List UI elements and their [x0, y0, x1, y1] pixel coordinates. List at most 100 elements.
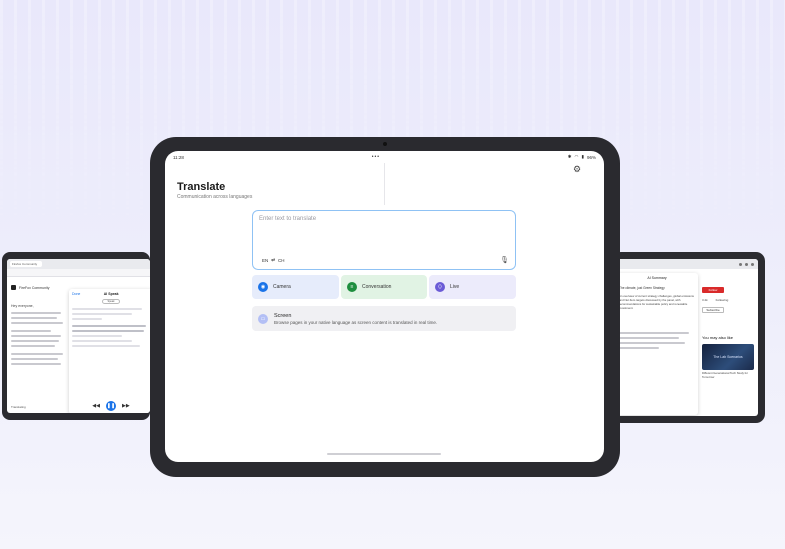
text-line — [72, 325, 146, 327]
left-tablet: Firefox Community FireFox Community Hey … — [2, 252, 150, 420]
screen-card-description: Browse pages in your native language as … — [274, 319, 438, 325]
status-right: ✱ ◠ ▮ 96% — [568, 154, 596, 160]
camera-mode-button[interactable]: ◉ Camera — [252, 275, 339, 299]
left-footer: Translating — [11, 405, 26, 409]
left-panel-done[interactable]: Done — [72, 292, 80, 296]
target-language[interactable]: CH — [278, 258, 285, 263]
browser-icon[interactable] — [739, 262, 742, 266]
left-panel-lines — [72, 308, 150, 347]
text-line — [72, 345, 140, 347]
left-page: FireFox Community Hey everyone, — [7, 281, 73, 413]
camera-mode-label: Camera — [273, 284, 291, 290]
left-site-title-row: FireFox Community — [11, 285, 69, 290]
text-line — [11, 330, 51, 332]
main-tablet: 11:28 ••• ✱ ◠ ▮ 96% ⚙ Translate Communic… — [150, 137, 620, 477]
text-line — [619, 342, 685, 344]
text-line — [11, 345, 55, 347]
text-line — [72, 330, 144, 332]
text-line — [11, 340, 59, 342]
text-line — [72, 308, 142, 310]
screen-icon: ▭ — [258, 313, 268, 324]
text-line — [11, 317, 57, 319]
battery-level: 96% — [586, 154, 596, 160]
left-ai-speak-panel: Done AI Speak Speak ◀◀ ❚❚ ▶▶ — [69, 289, 150, 413]
left-url-bar[interactable] — [7, 269, 150, 277]
text-line — [619, 337, 679, 339]
audio-player: ◀◀ ❚❚ ▶▶ — [69, 401, 150, 411]
live-mode-button[interactable]: ⟨⟩ Live — [429, 275, 516, 299]
left-body-greeting: Hey everyone, — [11, 304, 34, 308]
text-line — [11, 363, 61, 365]
home-indicator[interactable] — [327, 453, 441, 455]
left-site-title: FireFox Community — [19, 285, 50, 290]
right-panel-title: AI Summary — [647, 276, 667, 280]
chat-bubble-icon: ≡ — [347, 282, 357, 292]
main-tablet-screen: 11:28 ••• ✱ ◠ ▮ 96% ⚙ Translate Communic… — [165, 151, 604, 462]
right-card-heading: The climate, just Green Strategy — [619, 286, 665, 290]
source-language[interactable]: EN — [262, 258, 268, 263]
left-panel-header: Done AI Speak — [72, 292, 150, 296]
follower-count: 3.2k — [702, 298, 708, 302]
text-line — [619, 332, 689, 334]
camera-icon: ◉ — [258, 282, 268, 292]
translate-input[interactable]: Enter text to translate EN ⇄ CH 🎙 — [252, 210, 516, 270]
screen-card-title: Screen — [274, 312, 292, 319]
browser-icon[interactable] — [745, 262, 748, 266]
thumbnail-label: The Lab Scenarios — [713, 355, 743, 359]
right-tablet: AI Summary The climate, just Green Strat… — [612, 252, 765, 423]
translate-input-placeholder: Enter text to translate — [259, 216, 317, 222]
browser-icon[interactable] — [751, 262, 754, 266]
left-panel-pill[interactable]: Speak — [102, 299, 120, 304]
wifi-icon: ◠ — [574, 154, 579, 159]
screen-mode-card[interactable]: ▭ Screen Browse pages in your native lan… — [252, 306, 516, 331]
swap-icon[interactable]: ⇄ — [271, 257, 275, 263]
right-tablet-screen: AI Summary The climate, just Green Strat… — [612, 259, 758, 416]
page-subtitle: Communication across languages — [177, 194, 253, 200]
text-line — [72, 340, 132, 342]
pause-icon[interactable]: ❚❚ — [106, 401, 116, 411]
right-ai-summary-panel: AI Summary The climate, just Green Strat… — [616, 273, 698, 415]
language-selector[interactable]: EN ⇄ CH — [262, 257, 285, 263]
conversation-mode-button[interactable]: ≡ Conversation — [341, 275, 427, 299]
front-camera — [383, 142, 387, 146]
right-side-content: Follow 3.2k Following Subscribe You may … — [702, 273, 754, 416]
rewind-icon[interactable]: ◀◀ — [92, 403, 100, 409]
video-thumbnail[interactable]: The Lab Scenarios — [702, 344, 754, 370]
status-time: 11:28 — [173, 154, 184, 160]
live-waveform-icon: ⟨⟩ — [435, 282, 445, 292]
gear-icon[interactable]: ⚙ — [573, 164, 581, 175]
text-line — [11, 322, 63, 324]
screen-card-text: Screen Browse pages in your native langu… — [274, 313, 437, 325]
microphone-icon[interactable]: 🎙 — [500, 256, 509, 264]
split-divider — [384, 163, 385, 205]
text-line — [11, 335, 61, 337]
conversation-mode-label: Conversation — [362, 284, 392, 290]
live-mode-label: Live — [450, 284, 460, 290]
follow-button[interactable]: Follow — [702, 287, 724, 293]
text-line — [72, 335, 122, 337]
following-label: Following — [715, 298, 729, 302]
thumbnail-caption: Different Generational Tech Study for To… — [702, 371, 748, 379]
left-panel-title: AI Speak — [103, 292, 119, 296]
text-line — [72, 318, 102, 320]
subscribe-button[interactable]: Subscribe — [702, 307, 724, 313]
forward-icon[interactable]: ▶▶ — [122, 403, 130, 409]
bluetooth-icon: ✱ — [567, 154, 572, 159]
text-line — [11, 353, 63, 355]
battery-icon: ▮ — [581, 154, 584, 159]
text-line — [72, 313, 132, 315]
text-line — [619, 347, 659, 349]
left-browser-tabbar: Firefox Community — [7, 259, 150, 269]
text-line — [11, 312, 61, 314]
text-line — [11, 358, 58, 360]
status-dots: ••• — [371, 154, 380, 160]
channel-meta: 3.2k Following — [702, 298, 754, 302]
right-card-body: An overview of current strategy challeng… — [619, 294, 694, 310]
left-tablet-screen: Firefox Community FireFox Community Hey … — [7, 259, 150, 413]
page-title: Translate — [177, 181, 226, 193]
status-bar: 11:28 ••• ✱ ◠ ▮ 96% — [165, 151, 604, 163]
recommend-heading: You may also like — [702, 335, 733, 340]
left-browser-tab[interactable]: Firefox Community — [10, 261, 42, 267]
site-logo-icon — [11, 285, 16, 290]
